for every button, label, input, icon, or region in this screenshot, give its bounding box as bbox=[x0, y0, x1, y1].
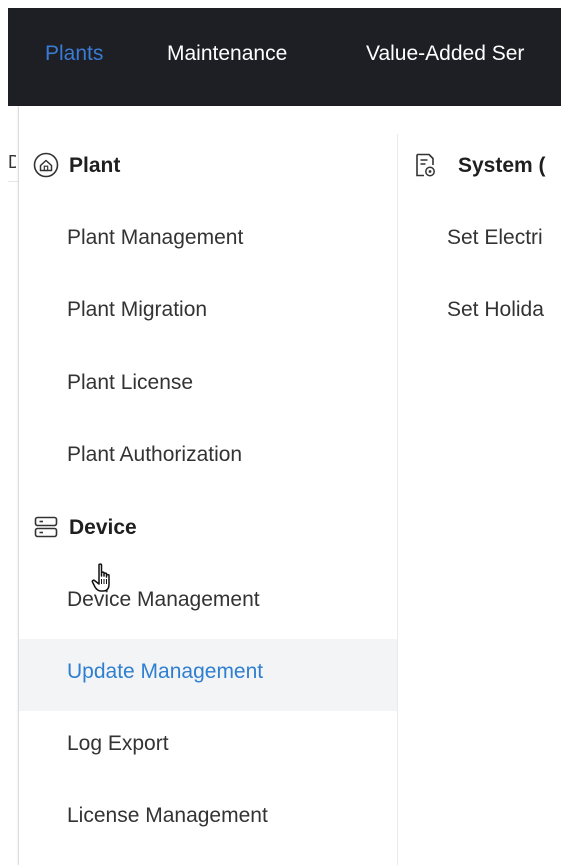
menu-item-plant-migration[interactable]: Plant Migration bbox=[67, 298, 207, 322]
section-system-header: System ( bbox=[412, 152, 561, 182]
menu-item-update-management[interactable]: Update Management bbox=[67, 660, 263, 684]
menu-item-log-export[interactable]: Log Export bbox=[67, 732, 169, 756]
column-divider bbox=[397, 134, 398, 865]
left-edge bbox=[0, 0, 8, 865]
server-icon bbox=[34, 516, 58, 538]
plants-dropdown-menu: Plant Plant Management Plant Migration P… bbox=[19, 106, 561, 865]
top-navigation-bar: Plants Maintenance Value-Added Ser bbox=[8, 8, 561, 106]
house-icon bbox=[33, 152, 59, 178]
background-page-edge bbox=[8, 106, 19, 865]
menu-item-plant-management[interactable]: Plant Management bbox=[67, 226, 243, 250]
menu-item-plant-license[interactable]: Plant License bbox=[67, 371, 193, 395]
section-system-title: System ( bbox=[458, 154, 546, 177]
document-settings-icon bbox=[416, 153, 435, 177]
nav-value-added-services[interactable]: Value-Added Ser bbox=[366, 42, 524, 66]
menu-item-set-electricity[interactable]: Set Electri bbox=[447, 226, 543, 250]
menu-item-set-holiday[interactable]: Set Holida bbox=[447, 298, 544, 322]
background-page-text: D bbox=[8, 152, 16, 172]
page: Plants Maintenance Value-Added Ser D Pla… bbox=[0, 0, 561, 865]
nav-maintenance[interactable]: Maintenance bbox=[167, 42, 287, 66]
section-plant-header: Plant bbox=[33, 152, 193, 182]
section-device-title: Device bbox=[69, 516, 137, 539]
background-divider bbox=[8, 181, 18, 182]
nav-plants[interactable]: Plants bbox=[45, 42, 103, 66]
menu-item-license-management[interactable]: License Management bbox=[67, 804, 268, 828]
hand-pointer-cursor-icon bbox=[91, 563, 110, 592]
section-device-header: Device bbox=[33, 514, 193, 544]
section-plant-title: Plant bbox=[69, 154, 121, 177]
menu-item-plant-authorization[interactable]: Plant Authorization bbox=[67, 443, 242, 467]
